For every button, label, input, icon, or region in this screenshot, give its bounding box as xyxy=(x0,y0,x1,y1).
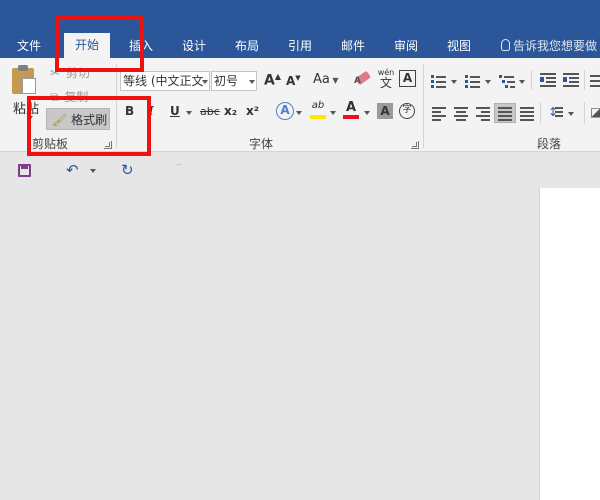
bullets-dropdown-icon[interactable] xyxy=(451,80,457,84)
highlight-box-home-tab xyxy=(55,15,144,72)
grow-font-icon: A xyxy=(264,72,275,89)
character-shading-button[interactable]: A xyxy=(377,103,393,119)
shading-icon: ◪ xyxy=(590,105,600,119)
underline-button[interactable]: U xyxy=(170,104,180,118)
highlight-button[interactable]: ab xyxy=(309,100,327,122)
increase-indent-icon xyxy=(563,73,579,87)
justify-button[interactable] xyxy=(494,103,516,123)
tab-view[interactable]: 视图 xyxy=(447,37,471,58)
underline-icon: U xyxy=(170,104,180,118)
enclose-characters-button[interactable]: 字 xyxy=(399,103,415,119)
group-divider xyxy=(531,70,532,90)
tell-me-search[interactable]: 告诉我您想要做 xyxy=(501,37,597,54)
distributed-button[interactable] xyxy=(520,107,536,121)
multilevel-list-icon xyxy=(499,74,515,88)
grow-font-button[interactable]: A▲ xyxy=(264,72,281,89)
phonetic-bottom: 文 xyxy=(379,76,392,90)
text-effects-icon: A xyxy=(280,103,290,117)
multilevel-list-button[interactable] xyxy=(499,74,525,88)
tab-layout[interactable]: 布局 xyxy=(235,37,259,58)
character-border-button[interactable]: A xyxy=(399,70,416,87)
clear-format-button[interactable]: A xyxy=(354,70,372,86)
change-case-icon: Aa xyxy=(313,72,330,87)
justify-icon xyxy=(498,107,514,121)
clipboard-paper-icon xyxy=(22,78,36,94)
align-left-button[interactable] xyxy=(432,107,448,121)
strikethrough-button[interactable]: abc xyxy=(200,105,220,118)
group-divider xyxy=(423,64,424,148)
decrease-indent-button[interactable] xyxy=(540,73,556,87)
font-size-dropdown-icon[interactable] xyxy=(249,80,255,84)
superscript-button[interactable]: x² xyxy=(246,104,259,118)
shrink-font-icon: A xyxy=(286,74,296,88)
chinese-layout-icon xyxy=(590,73,600,87)
tab-review[interactable]: 审阅 xyxy=(394,37,418,58)
undo-icon[interactable]: ↶ xyxy=(66,161,79,179)
strikethrough-icon: abc xyxy=(200,105,220,118)
numbering-button[interactable] xyxy=(465,74,491,88)
redo-icon[interactable]: ↻ xyxy=(121,161,134,179)
font-color-icon: A xyxy=(345,100,357,115)
align-right-button[interactable] xyxy=(476,107,492,121)
increase-indent-button[interactable] xyxy=(563,73,579,87)
superscript-icon: x² xyxy=(246,104,259,118)
tab-design[interactable]: 设计 xyxy=(182,37,206,58)
highlighter-icon: ab xyxy=(311,100,325,111)
bullets-icon xyxy=(431,74,447,88)
character-shading-icon: A xyxy=(380,104,390,118)
subscript-button[interactable]: x₂ xyxy=(224,104,237,118)
font-name-combo[interactable]: 等线 (中文正文 xyxy=(120,71,210,91)
line-spacing-dropdown-icon[interactable] xyxy=(568,112,574,116)
highlight-dropdown-icon[interactable] xyxy=(330,111,336,115)
numbering-dropdown-icon[interactable] xyxy=(485,80,491,84)
underline-dropdown-icon[interactable] xyxy=(186,111,192,115)
tell-me-text: 告诉我您想要做 xyxy=(513,39,598,53)
group-divider xyxy=(584,102,585,124)
group-divider xyxy=(584,70,585,90)
distributed-icon xyxy=(520,107,536,121)
align-right-icon xyxy=(476,107,492,121)
shrink-font-button[interactable]: A▼ xyxy=(286,74,301,88)
change-case-button[interactable]: Aa ▼ xyxy=(313,72,339,87)
text-effects-button[interactable]: A xyxy=(276,102,294,120)
subscript-icon: x₂ xyxy=(224,104,237,118)
chinese-layout-button[interactable] xyxy=(590,73,600,87)
undo-dropdown-icon[interactable] xyxy=(90,169,96,173)
multilevel-list-dropdown-icon[interactable] xyxy=(519,80,525,84)
paragraph-group-label: 段落 xyxy=(537,137,562,151)
font-color-dropdown-icon[interactable] xyxy=(364,111,370,115)
font-size-value: 初号 xyxy=(214,74,239,88)
line-spacing-button[interactable]: ↕ xyxy=(548,106,574,120)
font-name-value: 等线 (中文正文 xyxy=(123,74,204,88)
customize-qat-icon[interactable] xyxy=(176,164,182,165)
font-color-bar xyxy=(343,115,359,119)
quick-access-toolbar: ↶ ↻ xyxy=(0,152,600,188)
document-page[interactable] xyxy=(539,188,600,500)
save-icon[interactable] xyxy=(18,164,31,177)
align-center-button[interactable] xyxy=(454,107,470,121)
font-color-button[interactable]: A xyxy=(343,100,359,122)
enclose-characters-icon: 字 xyxy=(402,105,412,115)
decrease-indent-icon xyxy=(540,73,556,87)
character-border-icon: A xyxy=(402,71,413,85)
group-divider xyxy=(540,102,541,124)
highlight-color-bar xyxy=(310,115,326,119)
tab-references[interactable]: 引用 xyxy=(288,37,312,58)
align-center-icon xyxy=(454,107,470,121)
shading-button[interactable]: ◪ xyxy=(590,105,600,121)
word-window: 文件 开始 插入 设计 布局 引用 邮件 审阅 视图 告诉我您想要做 粘贴 ✂ … xyxy=(0,0,600,500)
align-left-icon xyxy=(432,107,448,121)
phonetic-guide-button[interactable]: wén 文 xyxy=(377,68,395,90)
font-launcher-icon[interactable] xyxy=(411,141,419,149)
font-group-label: 字体 xyxy=(249,137,274,151)
font-name-dropdown-icon[interactable] xyxy=(202,80,208,84)
numbering-icon xyxy=(465,74,481,88)
tab-mailings[interactable]: 邮件 xyxy=(341,37,365,58)
text-effects-dropdown-icon[interactable] xyxy=(296,111,302,115)
bullets-button[interactable] xyxy=(431,74,457,88)
lightbulb-icon xyxy=(501,39,510,51)
tab-file[interactable]: 文件 xyxy=(17,37,41,58)
highlight-box-format-painter xyxy=(27,96,151,156)
